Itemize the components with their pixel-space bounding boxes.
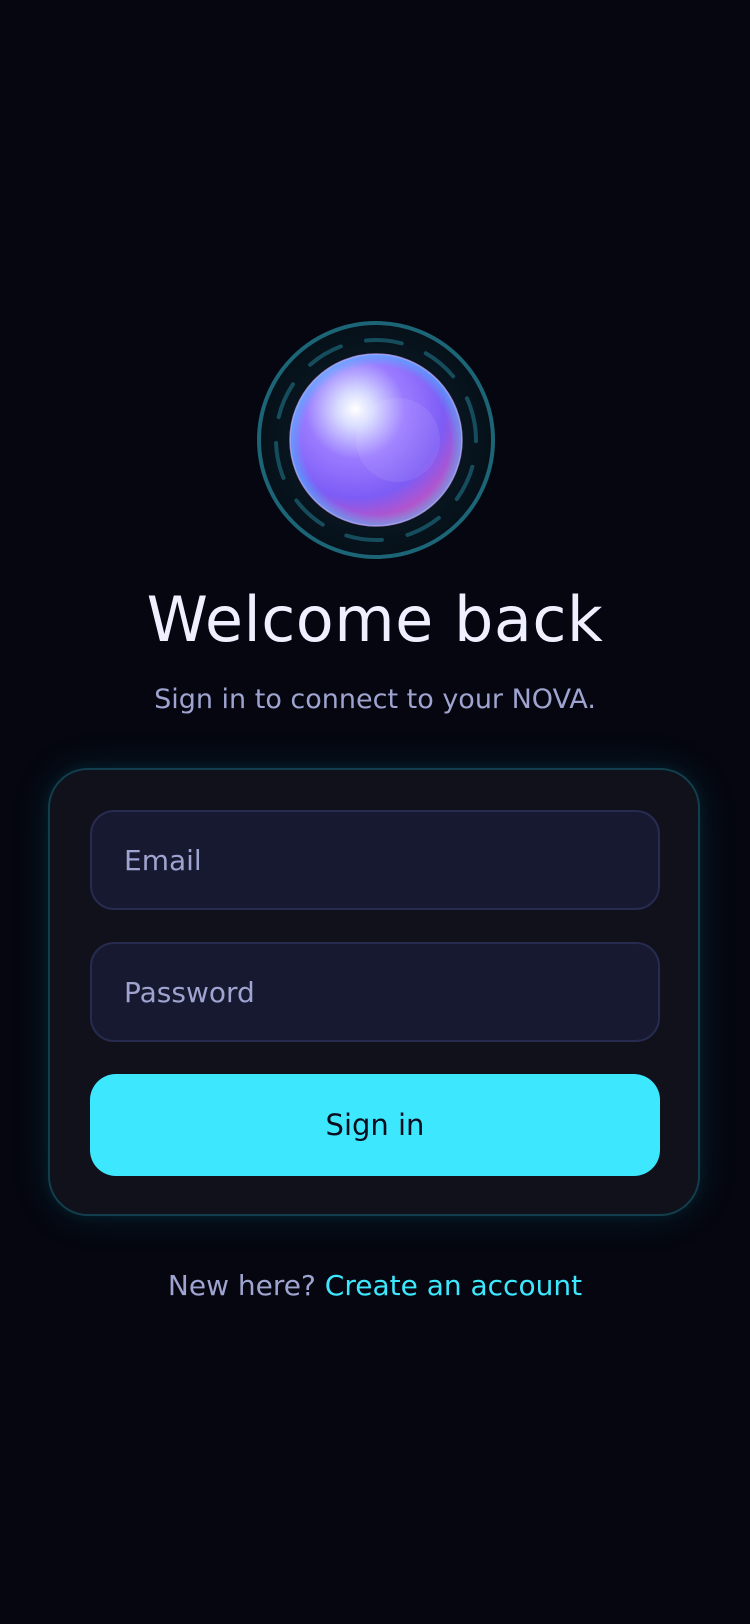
signup-prompt-text: New here? — [167, 1269, 316, 1302]
email-field[interactable] — [90, 810, 660, 910]
password-field[interactable] — [90, 942, 660, 1042]
sign-in-button[interactable]: Sign in — [90, 1074, 660, 1176]
orb-logo-icon — [256, 320, 496, 560]
signup-prompt: New here? Create an account — [0, 1268, 750, 1304]
create-account-link[interactable]: Create an account — [325, 1269, 582, 1302]
page-title: Welcome back — [146, 583, 604, 656]
page-subtitle: Sign in to connect to your NOVA. — [154, 684, 596, 715]
